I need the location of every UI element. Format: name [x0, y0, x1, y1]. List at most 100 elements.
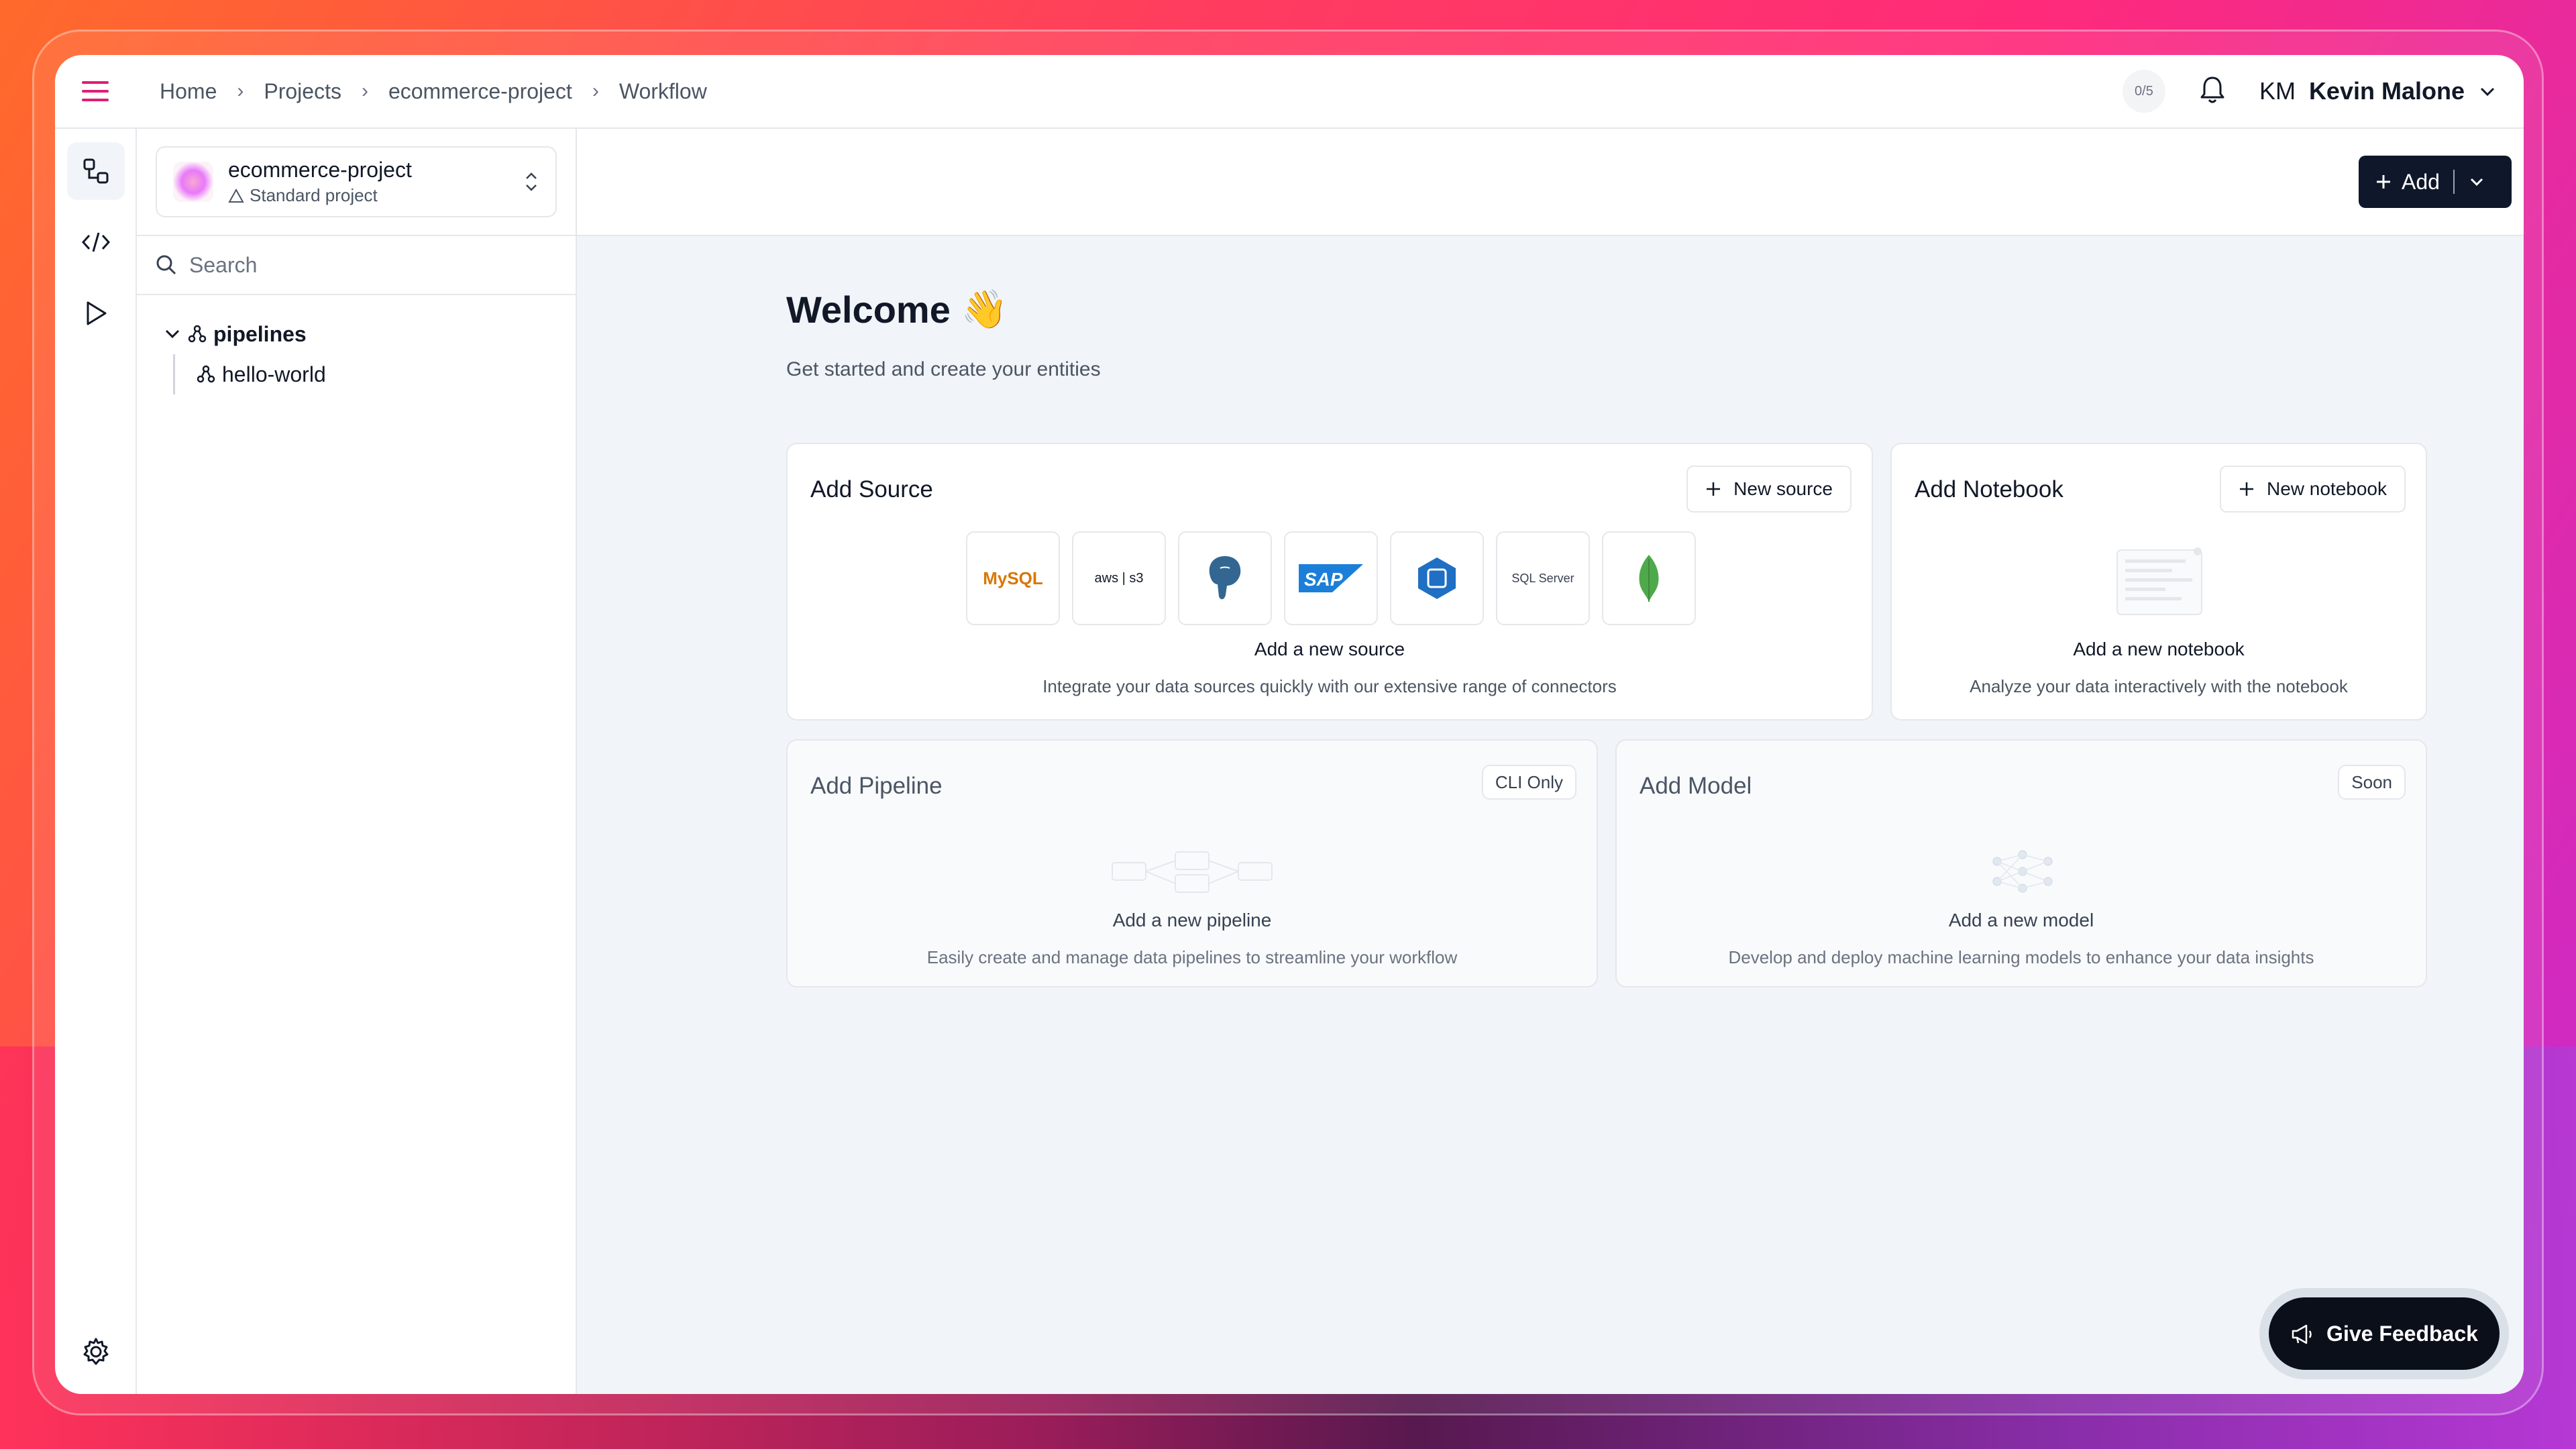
mongodb-leaf-icon [1639, 555, 1659, 602]
mysql-connector[interactable]: MySQL [966, 531, 1060, 625]
sap-connector[interactable]: SAP [1284, 531, 1378, 625]
pipeline-text: Add a new pipeline Easily create and man… [788, 910, 1597, 968]
model-network-icon [1992, 850, 2053, 893]
megaphone-icon [2292, 1324, 2312, 1344]
source-description: Integrate your data sources quickly with… [1042, 676, 1617, 696]
add-pipeline-card: Add Pipeline CLI Only Add a new pipeline… [786, 739, 1598, 987]
welcome-content: Welcome 👋 Get started and create your en… [786, 287, 2427, 381]
pipeline-illustration-icon [1112, 851, 1273, 893]
breadcrumb-project[interactable]: ecommerce-project [388, 79, 572, 104]
usage-counter[interactable]: 0/5 [2122, 70, 2165, 113]
plus-icon [2239, 482, 2253, 496]
new-notebook-button[interactable]: New notebook [2219, 466, 2406, 513]
project-name: ecommerce-project [228, 158, 412, 182]
add-model-card: Add Model Soon Add a new model Develop a… [1615, 739, 2427, 987]
notebook-text: Add a new notebook Analyze your data int… [1892, 639, 2426, 697]
soon-badge: Soon [2338, 765, 2406, 800]
add-button-label: Add [2402, 169, 2440, 194]
breadcrumb-workflow: Workflow [619, 78, 707, 103]
search-bar [137, 235, 576, 295]
project-avatar [173, 162, 213, 202]
gear-icon [83, 1338, 109, 1365]
main-header: Add [577, 129, 2524, 236]
azure-connector[interactable] [1390, 531, 1484, 625]
top-bar: Home › Projects › ecommerce-project › Wo… [55, 55, 2524, 129]
project-type: Standard project [250, 185, 378, 205]
card-title: Add Pipeline [810, 773, 943, 799]
icon-rail [55, 129, 137, 1394]
sap-logo: SAP [1299, 564, 1363, 592]
tree-folder-pipelines[interactable]: pipelines [164, 314, 549, 354]
rail-run-button[interactable] [67, 284, 125, 342]
add-source-card: Add Source New source MySQL aws | s3 SAP… [786, 443, 1873, 720]
rail-code-button[interactable] [67, 213, 125, 271]
user-name: Kevin Malone [2308, 77, 2465, 105]
model-description: Develop and deploy machine learning mode… [1728, 947, 2314, 967]
menu-icon [82, 81, 109, 101]
mongodb-connector[interactable] [1602, 531, 1696, 625]
code-icon [81, 232, 111, 252]
page-title: Welcome 👋 [786, 287, 2427, 331]
chevron-right-icon: › [592, 80, 599, 102]
breadcrumb: Home › Projects › ecommerce-project › Wo… [160, 79, 707, 104]
feedback-label: Give Feedback [2326, 1321, 2478, 1346]
connector-list: MySQL aws | s3 SAP SQL Server [966, 531, 1696, 625]
top-right-controls: 0/5 KM Kevin Malone [2122, 70, 2524, 113]
chevron-up-down-icon [526, 172, 537, 191]
pipeline-icon [197, 365, 215, 383]
search-input[interactable] [189, 252, 525, 278]
pipeline-icon [188, 325, 207, 343]
chevron-right-icon: › [237, 80, 244, 102]
source-heading: Add a new source [1254, 639, 1405, 659]
model-heading: Add a new model [1948, 910, 2094, 930]
add-button[interactable]: Add [2359, 156, 2512, 208]
aws-s3-connector[interactable]: aws | s3 [1072, 531, 1166, 625]
chevron-down-icon [2480, 87, 2495, 97]
chevron-right-icon: › [361, 80, 368, 102]
new-source-button[interactable]: New source [1686, 466, 1851, 513]
welcome-title: Welcome [786, 288, 951, 331]
tree-children: hello-world [173, 354, 549, 394]
mysql-logo: MySQL [983, 568, 1043, 588]
tree-item-label: hello-world [222, 362, 326, 386]
tree-item-hello-world[interactable]: hello-world [197, 354, 549, 394]
pipeline-heading: Add a new pipeline [1112, 910, 1272, 930]
bell-icon [2200, 76, 2224, 103]
breadcrumb-home[interactable]: Home [160, 79, 217, 104]
pipeline-description: Easily create and manage data pipelines … [926, 947, 1458, 967]
project-sidebar: ecommerce-project Standard project Searc… [137, 129, 577, 1394]
tree-folder-label: pipelines [213, 321, 307, 346]
settings-button[interactable] [67, 1323, 125, 1381]
play-icon [87, 301, 107, 325]
cli-only-badge: CLI Only [1481, 765, 1576, 800]
aws-s3-logo: aws | s3 [1094, 570, 1144, 586]
notifications-button[interactable] [2199, 75, 2226, 108]
file-tree: pipelines hello-world [137, 295, 576, 413]
divider [2453, 170, 2455, 194]
workflow-icon [83, 158, 109, 184]
new-source-label: New source [1733, 478, 1833, 499]
hamburger-menu-button[interactable] [55, 55, 136, 128]
project-type-row: Standard project [228, 185, 412, 206]
azure-sql-logo [1418, 557, 1456, 599]
notebook-description: Analyze your data interactively with the… [1970, 676, 2348, 696]
postgresql-connector[interactable] [1178, 531, 1272, 625]
main-content: Add Welcome 👋 Get started and create you… [577, 129, 2524, 1394]
user-menu[interactable]: KM Kevin Malone [2259, 77, 2497, 105]
add-notebook-card: Add Notebook New notebook Add a new note… [1890, 443, 2427, 720]
give-feedback-button[interactable]: Give Feedback [2269, 1297, 2500, 1370]
card-title: Add Model [1640, 773, 1752, 799]
sql-server-connector[interactable]: SQL Server [1496, 531, 1590, 625]
app-window: Home › Projects › ecommerce-project › Wo… [55, 55, 2524, 1394]
postgresql-logo [1209, 556, 1241, 600]
project-selector[interactable]: ecommerce-project Standard project [156, 146, 557, 217]
chevron-down-icon[interactable] [2468, 175, 2485, 189]
notebook-illustration-icon [2116, 547, 2202, 615]
chevron-down-icon [165, 329, 180, 339]
breadcrumb-projects[interactable]: Projects [264, 79, 341, 104]
plus-icon [1707, 482, 1721, 496]
model-text: Add a new model Develop and deploy machi… [1617, 910, 2426, 968]
svg-text:SAP: SAP [1304, 569, 1343, 590]
plus-icon [2377, 175, 2390, 189]
rail-workflow-button[interactable] [67, 142, 125, 200]
